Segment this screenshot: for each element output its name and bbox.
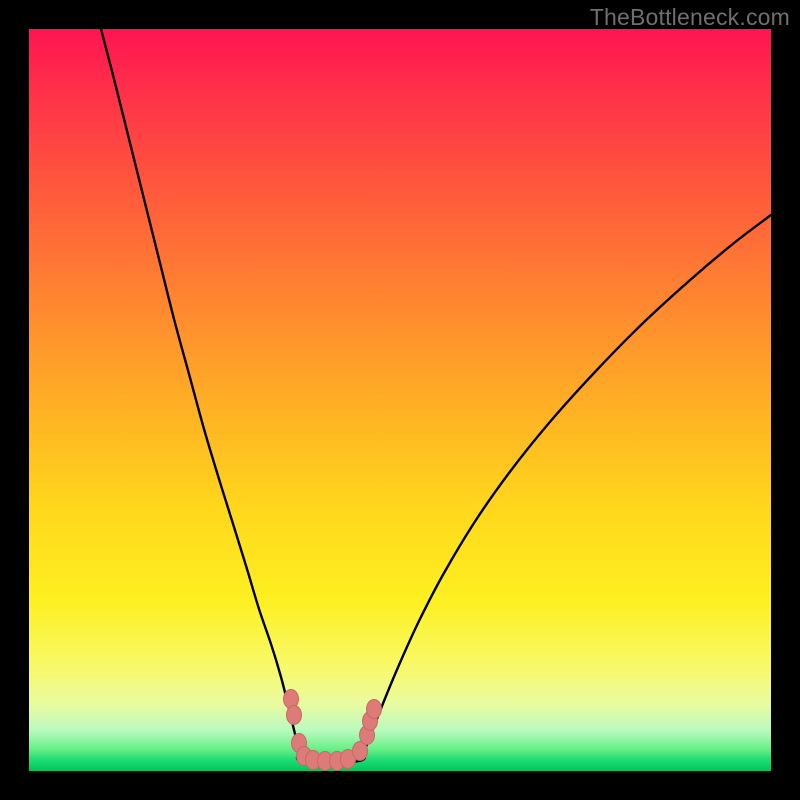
curve-group xyxy=(101,29,771,762)
watermark-text: TheBottleneck.com xyxy=(590,4,790,31)
chart-svg xyxy=(29,29,771,771)
bottleneck-marker xyxy=(367,700,382,719)
bottleneck-curve xyxy=(101,29,771,762)
plot-area xyxy=(29,29,771,771)
marker-group xyxy=(284,690,382,771)
bottleneck-marker xyxy=(287,706,302,725)
chart-frame: TheBottleneck.com xyxy=(0,0,800,800)
